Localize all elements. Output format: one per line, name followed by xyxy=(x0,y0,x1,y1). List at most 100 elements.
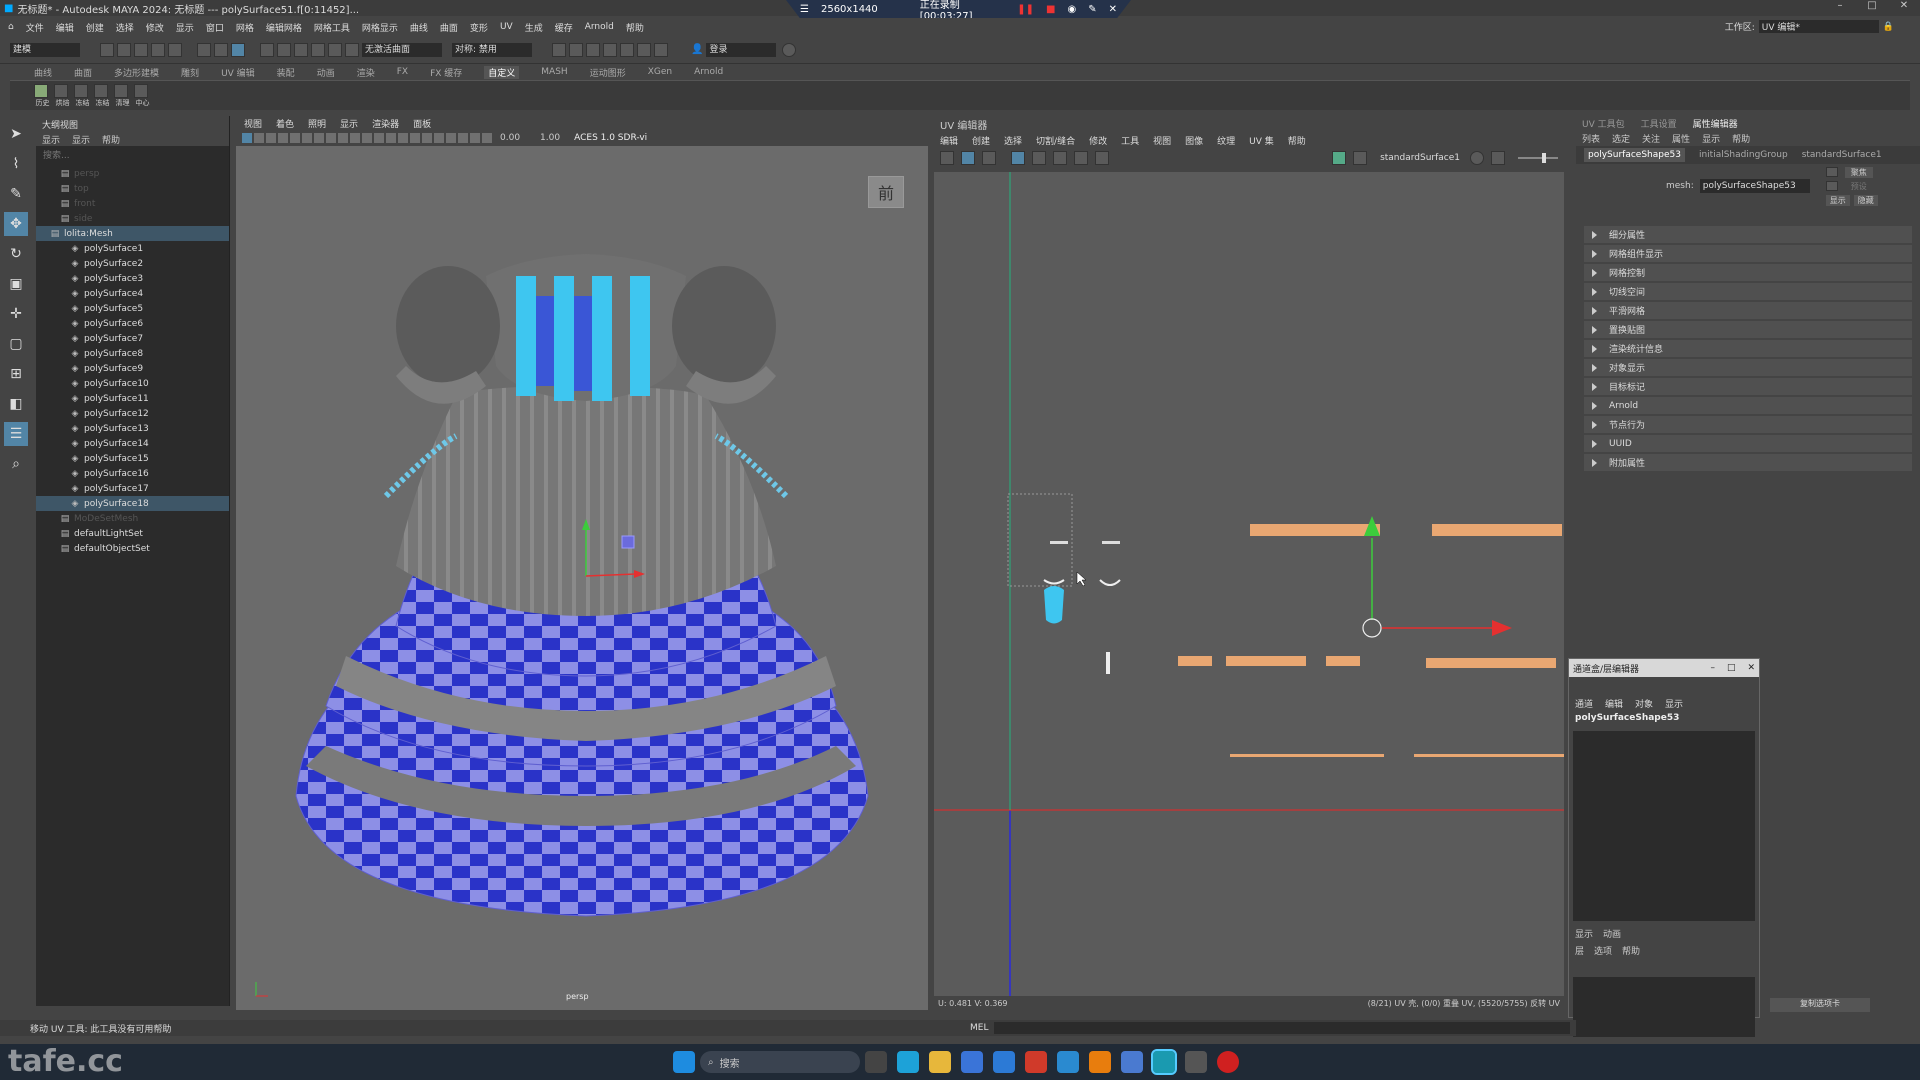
safe-title-icon[interactable] xyxy=(362,133,372,143)
node-tab-shading-group[interactable]: initialShadingGroup xyxy=(1699,150,1788,160)
menu-create[interactable]: 创建 xyxy=(86,21,104,34)
uv-shell[interactable] xyxy=(1050,541,1068,544)
attr-section[interactable]: 平滑网格 xyxy=(1584,302,1912,319)
outliner-item[interactable]: ▤ MoDeSetMesh xyxy=(36,511,229,526)
lock-icon[interactable]: 🔒 xyxy=(1883,22,1894,32)
undo-icon[interactable] xyxy=(151,42,165,57)
shelf-button-bake[interactable]: 烘焙 xyxy=(54,83,71,108)
textured-icon[interactable] xyxy=(398,133,408,143)
outliner-item[interactable]: ▤ persp xyxy=(36,166,229,181)
uv-menu-textures[interactable]: 纹理 xyxy=(1217,134,1235,147)
pause-render-icon[interactable] xyxy=(654,42,668,57)
menu-uv[interactable]: UV xyxy=(500,22,513,32)
uv-menu-view[interactable]: 视图 xyxy=(1153,134,1171,147)
viewport-menu-renderer[interactable]: 渲染器 xyxy=(372,117,399,130)
attr-menu-attributes[interactable]: 属性 xyxy=(1672,132,1690,145)
outliner-search-input[interactable]: 搜索... xyxy=(40,148,225,164)
layer-tab-display[interactable]: 显示 xyxy=(1575,927,1593,940)
copy-tab-button[interactable]: 复制选项卡 xyxy=(1770,998,1870,1012)
uv-shell-orange[interactable] xyxy=(1178,656,1212,666)
cb-menu-object[interactable]: 对象 xyxy=(1635,697,1653,710)
shelf-tab-custom[interactable]: 自定义 xyxy=(484,65,520,79)
select-hierarchy-icon[interactable] xyxy=(197,42,211,57)
menu-set-dropdown[interactable]: 建模 xyxy=(10,42,80,57)
outliner-item[interactable]: ◈ polySurface12 xyxy=(36,406,229,421)
uv-menu-image[interactable]: 图像 xyxy=(1185,134,1203,147)
layer-menu-layers[interactable]: 层 xyxy=(1575,944,1584,957)
attr-section[interactable]: 目标标记 xyxy=(1584,378,1912,395)
app2-icon[interactable] xyxy=(1057,1051,1079,1073)
motion-blur-icon[interactable] xyxy=(446,133,456,143)
shelf-button-freeze[interactable]: 冻结 xyxy=(74,83,91,108)
minimize-button[interactable]: – xyxy=(1824,0,1856,11)
tab-uv-toolkit[interactable]: UV 工具包 xyxy=(1582,117,1625,130)
save-scene-icon[interactable] xyxy=(134,42,148,57)
shadows-icon[interactable] xyxy=(422,133,432,143)
outliner-item[interactable]: ▤ defaultObjectSet xyxy=(36,541,229,556)
focus-button[interactable]: 聚焦 xyxy=(1844,166,1873,178)
outliner-item[interactable]: ◈ polySurface9 xyxy=(36,361,229,376)
manip-plane-handle[interactable] xyxy=(621,535,635,549)
outliner-item[interactable]: ◈ polySurface11 xyxy=(36,391,229,406)
blender-icon[interactable] xyxy=(1089,1051,1111,1073)
outliner-menu-help[interactable]: 帮助 xyxy=(102,133,120,146)
outliner-item[interactable]: ◈ polySurface15 xyxy=(36,451,229,466)
outliner-item[interactable]: ▤ defaultLightSet xyxy=(36,526,229,541)
shelf-tab-fx[interactable]: FX xyxy=(397,67,408,77)
layer-list[interactable] xyxy=(1573,977,1755,1037)
arnold-render-icon[interactable] xyxy=(637,42,651,57)
open-scene-icon[interactable] xyxy=(117,42,131,57)
gamma-value[interactable]: 1.00 xyxy=(540,133,560,143)
menu-surfaces[interactable]: 曲面 xyxy=(440,21,458,34)
two-view-icon[interactable]: ◧ xyxy=(4,392,28,416)
shelf-tab-curves[interactable]: 曲线 xyxy=(34,66,52,79)
attr-section[interactable]: 对象显示 xyxy=(1584,359,1912,376)
resolution-gate-icon[interactable] xyxy=(314,133,324,143)
shelf-tab-poly[interactable]: 多边形建模 xyxy=(114,66,159,79)
shelf-tab-arnold[interactable]: Arnold xyxy=(694,67,723,77)
shelf-tab-fx-cache[interactable]: FX 缓存 xyxy=(430,66,462,79)
uv-shell-orange[interactable] xyxy=(1230,754,1384,757)
workspace-dropdown[interactable]: UV 编辑* xyxy=(1758,20,1879,33)
gate-mask-icon[interactable] xyxy=(326,133,336,143)
layer-menu-options[interactable]: 选项 xyxy=(1594,944,1612,957)
mel-label[interactable]: MEL xyxy=(970,1023,988,1033)
new-scene-icon[interactable] xyxy=(100,42,114,57)
outliner-item[interactable]: ▤ lolita:Mesh xyxy=(36,226,229,241)
outliner-item[interactable]: ▤ side xyxy=(36,211,229,226)
uv-menu-create[interactable]: 创建 xyxy=(972,134,990,147)
login-dropdown[interactable]: 登录 xyxy=(706,42,777,57)
node-tab-standard-surface[interactable]: standardSurface1 xyxy=(1802,150,1882,160)
mel-input[interactable] xyxy=(994,1022,1570,1034)
shelf-tab-xgen[interactable]: XGen xyxy=(648,67,672,77)
uv-distortion-icon[interactable] xyxy=(1011,151,1025,165)
outliner-item[interactable]: ◈ polySurface7 xyxy=(36,331,229,346)
image-plane-icon[interactable] xyxy=(278,133,288,143)
wps-icon[interactable] xyxy=(1025,1051,1047,1073)
stop-icon[interactable]: ■ xyxy=(1046,4,1055,15)
four-view-icon[interactable]: ⊞ xyxy=(4,362,28,386)
uv-color-icon[interactable] xyxy=(1332,151,1347,165)
home-icon[interactable]: ⌂ xyxy=(8,22,14,32)
user-icon[interactable]: 👤 xyxy=(691,44,703,55)
menu-mesh-display[interactable]: 网格显示 xyxy=(362,21,398,34)
uv-grid[interactable] xyxy=(934,172,1564,996)
attr-section[interactable]: 节点行为 xyxy=(1584,416,1912,433)
start-icon[interactable] xyxy=(673,1051,695,1073)
single-view-icon[interactable]: ▢ xyxy=(4,332,28,356)
cb-menu-edit[interactable]: 编辑 xyxy=(1605,697,1623,710)
layer-tab-anim[interactable]: 动画 xyxy=(1603,927,1621,940)
attr-section[interactable]: 渲染统计信息 xyxy=(1584,340,1912,357)
snap-view-icon[interactable] xyxy=(311,42,325,57)
uv-tile-icon[interactable] xyxy=(1053,151,1067,165)
menu-mesh-tools[interactable]: 网格工具 xyxy=(314,21,350,34)
viewport-menu-shading[interactable]: 着色 xyxy=(276,117,294,130)
uv-canvas[interactable] xyxy=(934,172,1564,996)
uv-shell[interactable] xyxy=(1099,579,1121,586)
shelf-tab-sculpt[interactable]: 雕刻 xyxy=(181,66,199,79)
uv-shell[interactable] xyxy=(1102,541,1120,544)
pause-icon[interactable]: ❚❚ xyxy=(1017,4,1034,15)
outliner-item[interactable]: ◈ polySurface3 xyxy=(36,271,229,286)
uv-opacity-slider[interactable] xyxy=(1518,153,1558,163)
maya-taskbar-icon[interactable] xyxy=(1151,1049,1177,1075)
